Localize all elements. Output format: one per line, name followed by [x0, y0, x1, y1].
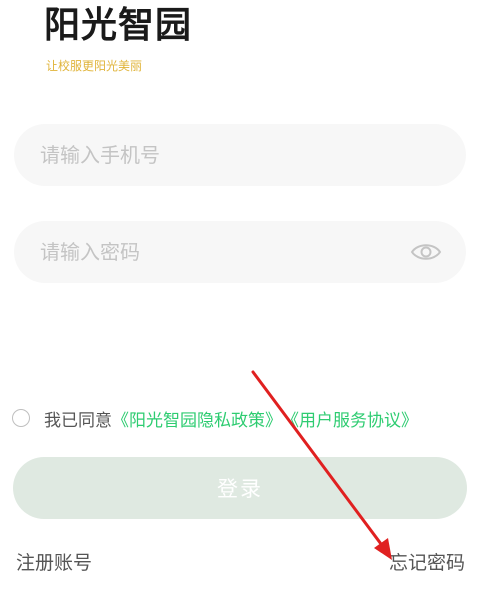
password-input[interactable]	[40, 221, 410, 283]
password-field	[14, 221, 466, 283]
forgot-password-link[interactable]: 忘记密码	[389, 548, 465, 575]
agreement-prefix: 我已同意	[44, 410, 112, 431]
privacy-policy-link[interactable]: 《阳光智园隐私政策》	[112, 406, 282, 431]
login-page: 阳光智园 让校服更阳光美丽 我已同意 《阳光智园隐私政策》 《用户服务协议》 登…	[0, 0, 482, 608]
eye-icon[interactable]	[410, 238, 442, 266]
service-agreement-link[interactable]: 《用户服务协议》	[282, 406, 418, 431]
register-account-link[interactable]: 注册账号	[16, 548, 92, 575]
phone-input[interactable]	[40, 124, 410, 186]
agreement-row: 我已同意 《阳光智园隐私政策》 《用户服务协议》	[12, 404, 418, 432]
app-slogan: 让校服更阳光美丽	[46, 59, 143, 73]
login-button[interactable]: 登录	[13, 457, 467, 519]
phone-field	[14, 124, 466, 186]
app-title: 阳光智园	[44, 5, 193, 46]
agreement-checkbox[interactable]	[12, 409, 30, 427]
